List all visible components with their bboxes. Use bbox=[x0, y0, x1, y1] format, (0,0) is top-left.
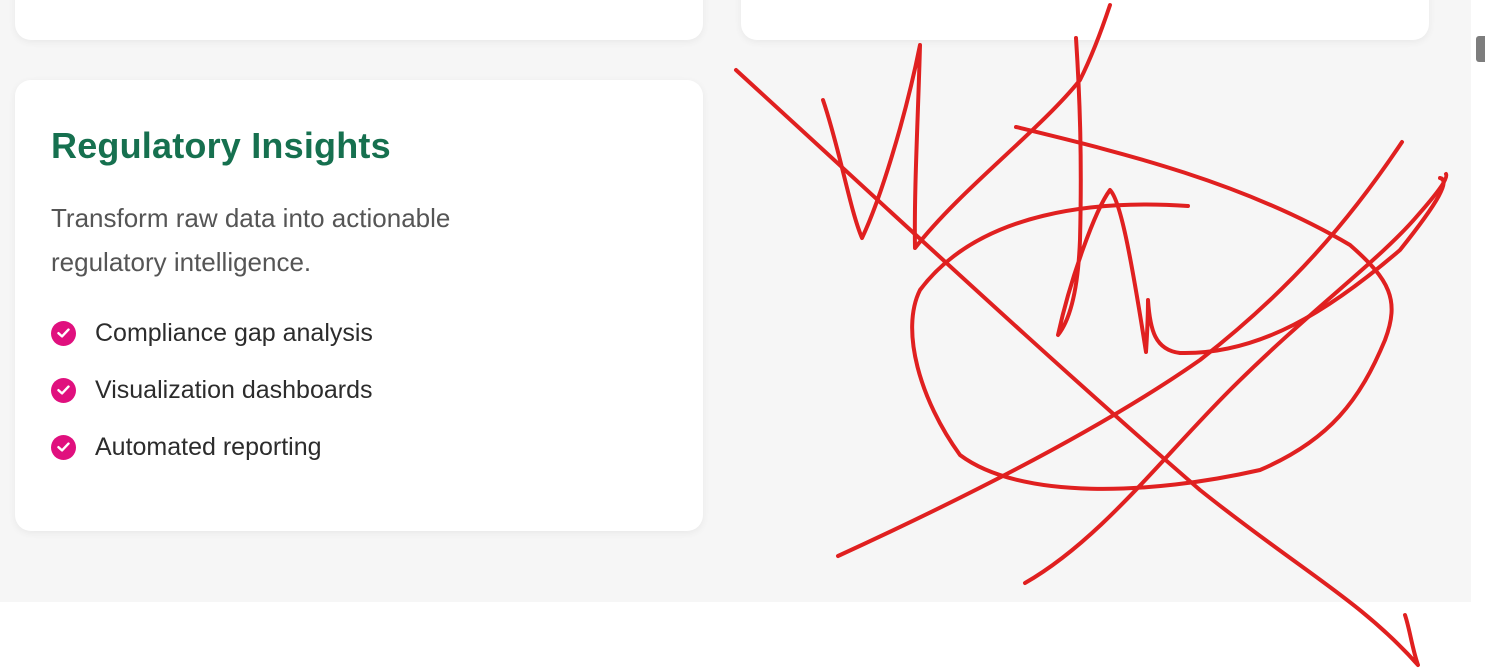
scrollbar-track[interactable] bbox=[1471, 0, 1485, 670]
card-title: Regulatory Insights bbox=[51, 125, 391, 166]
feature-item-visualization-dashboards: Visualization dashboards bbox=[51, 368, 373, 412]
previous-card-right bbox=[741, 0, 1429, 40]
check-circle-icon bbox=[51, 320, 76, 346]
feature-label: Visualization dashboards bbox=[95, 375, 373, 404]
regulatory-insights-card: Regulatory Insights Transform raw data i… bbox=[15, 80, 703, 531]
check-circle-icon bbox=[51, 377, 76, 403]
card-description: Transform raw data into actionable regul… bbox=[51, 203, 451, 277]
feature-item-compliance-gap-analysis: Compliance gap analysis bbox=[51, 311, 373, 355]
feature-label: Automated reporting bbox=[95, 432, 322, 461]
feature-list: Compliance gap analysis Visualization da… bbox=[51, 311, 373, 482]
scrollbar-thumb[interactable] bbox=[1476, 36, 1485, 62]
previous-card-left bbox=[15, 0, 703, 40]
check-circle-icon bbox=[51, 434, 76, 460]
feature-item-automated-reporting: Automated reporting bbox=[51, 425, 373, 469]
feature-label: Compliance gap analysis bbox=[95, 318, 373, 347]
